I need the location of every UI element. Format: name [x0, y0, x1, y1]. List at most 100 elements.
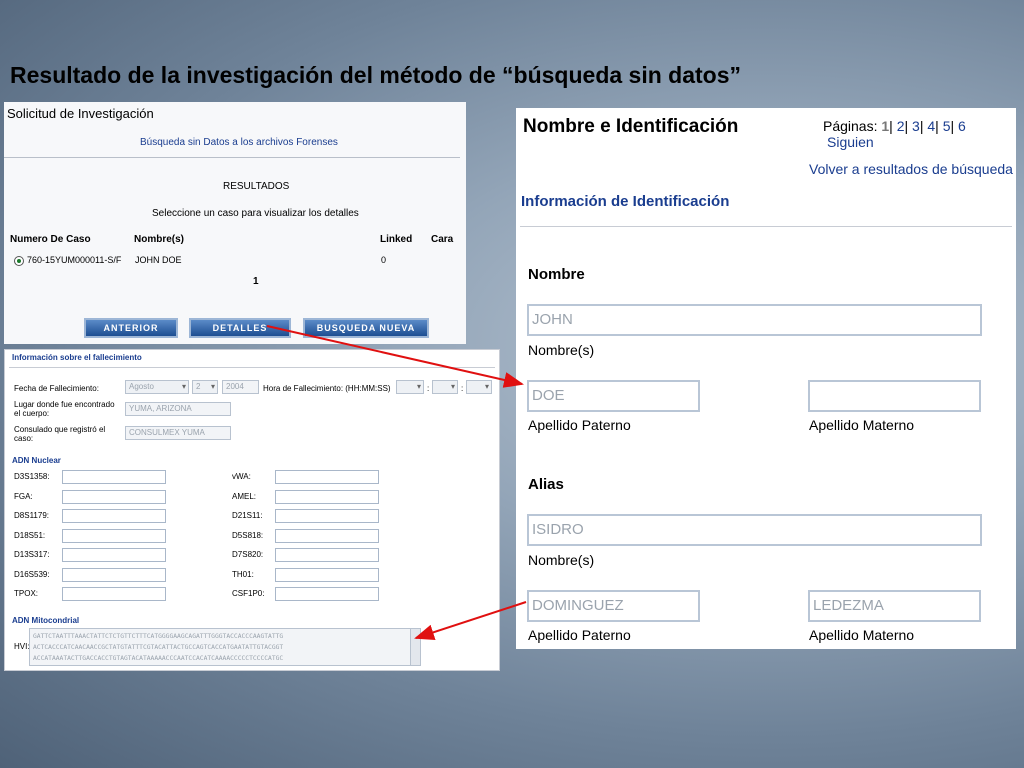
marker-label: D18S51: [14, 530, 46, 540]
marker-label: D13S317: [14, 550, 50, 559]
pages-label: Páginas: [823, 118, 878, 134]
alias-maternal-surname-label: Apellido Materno [809, 627, 915, 643]
alias-heading: Alias [528, 476, 564, 493]
marker-input[interactable] [62, 567, 166, 582]
case-linked: 0 [381, 255, 387, 265]
details-button[interactable]: DETALLES [189, 318, 291, 338]
marker-label: D8S1179: [14, 511, 49, 520]
divider [520, 226, 1012, 227]
scrollbar[interactable] [410, 629, 420, 665]
alias-maternal-surname-input[interactable]: LEDEZMA [808, 590, 981, 622]
previous-button[interactable]: ANTERIOR [84, 318, 178, 338]
page-link-1[interactable]: 1 [881, 118, 889, 134]
second-select[interactable] [466, 380, 492, 394]
maternal-surname-input[interactable] [808, 380, 981, 412]
marker-input[interactable] [62, 528, 166, 543]
page-link-5[interactable]: 5 [943, 118, 951, 134]
column-header-linked: Linked [380, 234, 413, 245]
hvi-sequence-line: ACTCACCCATCAACAACCGCTATGTATTTCGTACATTACT… [33, 644, 284, 651]
marker-input[interactable] [275, 567, 379, 582]
time-separator: : [427, 384, 430, 393]
time-separator: : [461, 384, 464, 393]
day-select[interactable]: 2 [192, 380, 218, 394]
death-info-panel: Información sobre el fallecimiento Fecha… [4, 349, 500, 671]
paternal-surname-input[interactable]: DOE [527, 380, 700, 412]
alias-first-name-input[interactable]: ISIDRO [527, 514, 982, 546]
page-link-4[interactable]: 4 [927, 118, 935, 134]
minute-select[interactable] [432, 380, 458, 394]
paternal-surname-label: Apellido Paterno [528, 417, 631, 433]
marker-input[interactable] [275, 587, 379, 601]
search-results-panel: Solicitud de Investigación Búsqueda sin … [4, 102, 466, 344]
marker-input[interactable] [275, 548, 379, 562]
identification-title: Nombre e Identificación [523, 116, 739, 137]
section-title: Información de Identificación [521, 193, 730, 210]
divider [9, 367, 495, 368]
marker-label: CSF1P0: [232, 589, 265, 598]
name-heading: Nombre [528, 266, 585, 283]
results-heading: RESULTADOS [223, 181, 290, 192]
alias-paternal-surname-label: Apellido Paterno [528, 627, 631, 643]
death-time-label: Hora de Fallecimiento: (HH:MM:SS) [263, 384, 391, 393]
marker-input[interactable] [275, 528, 379, 543]
page-link-3[interactable]: 3 [912, 118, 920, 134]
hvi-sequence-line: GATTCTAATTTAAACTATTCTCTGTTCTTTCATGGGGAAG… [33, 633, 284, 640]
alias-paternal-surname-input[interactable]: DOMINGUEZ [527, 590, 700, 622]
column-header-face: Cara [431, 234, 454, 245]
nuclear-dna-title: ADN Nuclear [12, 456, 61, 465]
marker-label: FGA: [14, 491, 33, 501]
mito-dna-title: ADN Mitocondrial [12, 616, 80, 625]
page-link-2[interactable]: 2 [897, 118, 905, 134]
case-number[interactable]: 760-15YUM000011-S/F [27, 255, 121, 265]
marker-input[interactable] [62, 509, 166, 523]
back-to-results-link[interactable]: Volver a resultados de búsqueda [809, 161, 1013, 177]
case-radio[interactable] [14, 256, 24, 266]
marker-input[interactable] [62, 587, 166, 601]
place-label-2: el cuerpo: [14, 409, 50, 418]
alias-first-name-label: Nombre(s) [528, 552, 595, 568]
search-subtitle: Búsqueda sin Datos a los archivos Forens… [140, 137, 338, 148]
marker-label: D16S539: [14, 569, 50, 579]
slide-title: Resultado de la investigación del método… [10, 62, 742, 88]
marker-input[interactable] [62, 470, 166, 484]
new-search-button[interactable]: BUSQUEDA NUEVA [303, 318, 429, 338]
hvi-label: HVI: [14, 642, 30, 651]
place-label: Lugar donde fue encontrado [14, 400, 115, 409]
page-link-6[interactable]: 6 [958, 118, 966, 134]
place-input[interactable]: YUMA, ARIZONA [125, 402, 231, 416]
marker-label: vWA: [232, 472, 251, 481]
death-date-label: Fecha de Fallecimiento: [14, 384, 99, 393]
next-link[interactable]: Siguien [827, 134, 874, 150]
marker-label: D7S820: [232, 550, 264, 559]
consulate-label-2: caso: [14, 434, 34, 443]
first-name-label: Nombre(s) [528, 342, 595, 358]
divider [4, 157, 460, 158]
death-info-title: Información sobre el fallecimiento [12, 353, 142, 362]
marker-input[interactable] [275, 509, 379, 523]
pagination: Páginas: 1| 2| 3| 4| 5| 6 Siguien [823, 118, 966, 150]
maternal-surname-label: Apellido Materno [809, 417, 915, 433]
page-number: 1 [253, 276, 259, 287]
panel-title: Solicitud de Investigación [7, 106, 154, 121]
marker-input[interactable] [275, 489, 379, 504]
hvi-sequence-line: ACCATAAATACTTGACCACCTGTAGTACATAAAAACCCAA… [33, 655, 284, 662]
marker-label: AMEL: [232, 491, 257, 501]
hour-select[interactable] [396, 380, 424, 394]
marker-input[interactable] [275, 470, 379, 484]
identification-panel: Nombre e Identificación Páginas: 1| 2| 3… [516, 108, 1016, 649]
first-name-input[interactable]: JOHN [527, 304, 982, 336]
marker-label: D5S818: [232, 530, 264, 540]
marker-label: D3S1358: [14, 472, 50, 481]
consulate-input[interactable]: CONSULMEX YUMA [125, 426, 231, 440]
marker-input[interactable] [62, 489, 166, 504]
case-name: JOHN DOE [135, 255, 182, 265]
hvi-textarea[interactable]: GATTCTAATTTAAACTATTCTCTGTTCTTTCATGGGGAAG… [29, 628, 421, 666]
column-header-name: Nombre(s) [134, 234, 185, 245]
marker-label: D21S11: [232, 511, 263, 520]
year-input[interactable]: 2004 [222, 380, 259, 394]
column-header-case: Numero De Caso [10, 234, 91, 245]
month-select[interactable]: Agosto [125, 380, 189, 394]
marker-input[interactable] [62, 548, 166, 562]
instruction-text: Seleccione un caso para visualizar los d… [152, 208, 359, 219]
marker-label: TH01: [232, 569, 254, 579]
